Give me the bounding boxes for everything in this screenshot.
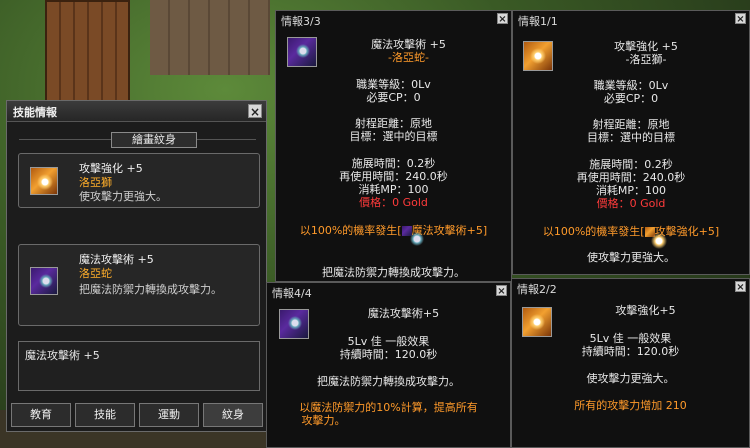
note-text: 魔法攻擊術 +5 (25, 349, 100, 362)
info-tooltip-1: 情報1/1 × 攻擊強化 +5 -洛亞獅- 職業等級：0Lv 必要CP：0 射程… (512, 10, 750, 275)
info-tooltip-3: 情報3/3 × 魔法攻擊術 +5 -洛亞蛇- 職業等級：0Lv 必要CP：0 射… (275, 10, 512, 282)
skill-desc: 把魔法防禦力轉換成攻擊力。 (79, 283, 222, 296)
info-cp: 必要CP：0 (603, 92, 659, 105)
info-effect: 把魔法防禦力轉換成攻擊力。 (317, 375, 460, 388)
info-cp: 必要CP：0 (366, 91, 421, 104)
info-header: 情報3/3 (281, 15, 321, 28)
info-close-button[interactable]: × (496, 285, 507, 297)
info-close-button[interactable]: × (735, 13, 746, 25)
proc-end: ] (714, 225, 720, 238)
proc-end: ] (482, 224, 488, 237)
proc-text: 以100%的機率發生[ (542, 225, 645, 238)
info-proc: 以100%的機率發生[攻擊強化+5] (513, 223, 749, 249)
proc-skill-icon (401, 226, 424, 246)
tab-education[interactable]: 教育 (11, 403, 71, 427)
info-proc: 以100%的機率發生[魔法攻擊術+5] (276, 222, 511, 246)
proc-skill-icon (644, 227, 667, 249)
skill-desc: 使攻擊力更強大。 (79, 190, 167, 203)
info-extra-1: 所有的攻擊力增加 210 (574, 399, 687, 412)
skill-window-titlebar[interactable]: 技能情報 × (7, 101, 266, 122)
info-duration: 持續時間：120.0秒 (339, 348, 438, 361)
info-tooltip-4: 情報4/4 × 魔法攻擊術+5 5Lv 佳 一般效果 持續時間：120.0秒 把… (266, 282, 511, 448)
info-target: 目標：選中的目標 (587, 131, 675, 144)
info-tooltip-2: 情報2/2 × 攻擊強化+5 5Lv 佳 一般效果 持續時間：120.0秒 使攻… (511, 278, 750, 448)
skill-window-title: 技能情報 (13, 106, 57, 119)
proc-text: 以100%的機率發生[ (299, 224, 402, 237)
info-price: 價格：0 Gold (359, 196, 428, 209)
info-class: -洛亞獅- (625, 53, 667, 66)
skill-card-magic[interactable]: 魔法攻擊術 +5 洛亞蛇 把魔法防禦力轉換成攻擊力。 (18, 244, 260, 326)
category-button[interactable]: 繪畫紋身 (111, 132, 197, 148)
info-effect: 把魔法防禦力轉換成攻擊力。 (322, 266, 465, 279)
skill-info-window[interactable]: 技能情報 × 繪畫紋身 攻擊強化 +5 洛亞獅 使攻擊力更強大。 魔法攻擊術 +… (6, 100, 267, 432)
tab-skills[interactable]: 技能 (75, 403, 135, 427)
info-duration: 持續時間：120.0秒 (581, 345, 680, 358)
info-title: 攻擊強化+5 (615, 304, 676, 317)
wooden-crate (45, 0, 130, 102)
info-title: 魔法攻擊術+5 (367, 307, 440, 320)
info-target: 目標：選中的目標 (349, 130, 438, 143)
info-extra-2: 攻擊力。 (301, 414, 346, 427)
info-header: 情報2/2 (517, 283, 557, 296)
info-price: 價格：0 Gold (596, 197, 666, 210)
info-close-button[interactable]: × (735, 281, 746, 293)
skill-window-close-button[interactable]: × (248, 104, 262, 119)
info-class: -洛亞蛇- (388, 51, 429, 64)
info-effect: 使攻擊力更強大。 (586, 372, 675, 385)
attack-up-icon (30, 167, 58, 195)
skill-card-attack[interactable]: 攻擊強化 +5 洛亞獅 使攻擊力更強大。 (18, 153, 260, 208)
stone-wall (150, 0, 270, 75)
info-header: 情報1/1 (518, 15, 558, 28)
skill-class: 洛亞蛇 (79, 267, 112, 280)
magic-attack-icon (30, 267, 58, 295)
info-effect: 使攻擊力更強大。 (587, 251, 675, 264)
info-close-button[interactable]: × (497, 13, 508, 25)
info-header: 情報4/4 (272, 287, 312, 300)
skill-note-box: 魔法攻擊術 +5 (18, 341, 260, 391)
